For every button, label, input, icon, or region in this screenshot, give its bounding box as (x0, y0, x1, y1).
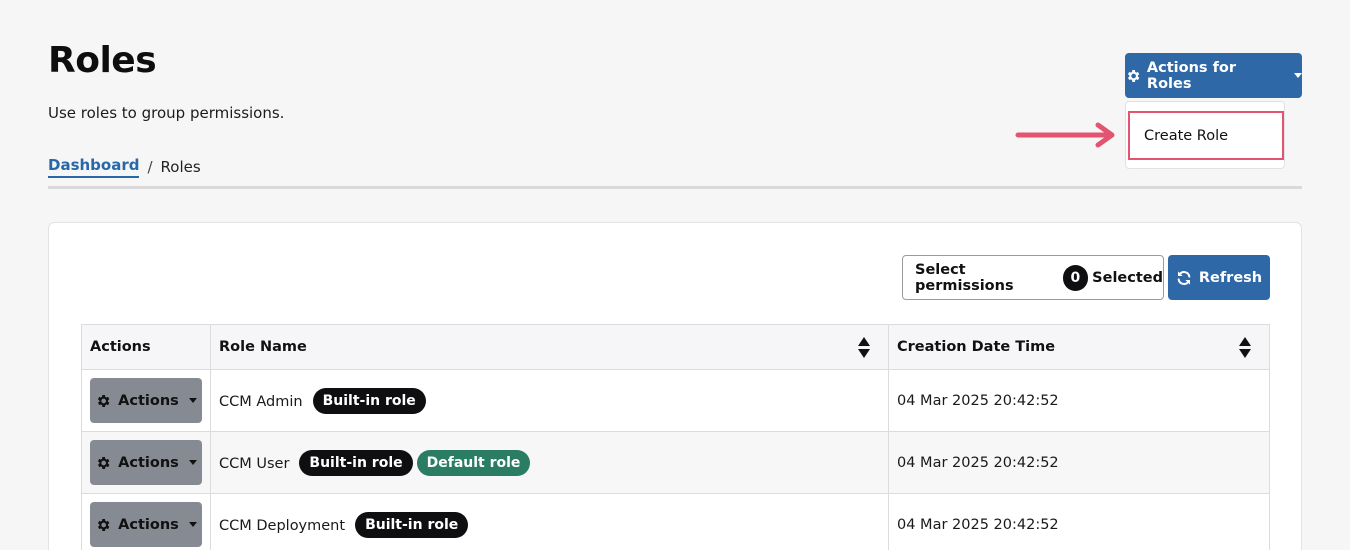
refresh-icon (1177, 270, 1191, 285)
actions-for-roles-button[interactable]: Actions for Roles (1125, 53, 1302, 98)
select-permissions-button[interactable]: Select permissions 0 Selected (902, 255, 1164, 300)
gear-icon (1127, 69, 1140, 82)
built-in-role-badge: Built-in role (355, 511, 469, 538)
column-header-creation-date[interactable]: Creation Date Time (888, 324, 1270, 370)
creation-date: 04 Mar 2025 20:42:52 (888, 493, 1270, 550)
role-name: CCM Admin (219, 394, 303, 410)
arrow-right-icon (1015, 122, 1115, 148)
creation-date: 04 Mar 2025 20:42:52 (888, 431, 1270, 494)
gear-icon (98, 456, 110, 469)
row-actions-button[interactable]: Actions (90, 440, 202, 485)
row-actions-button[interactable]: Actions (90, 502, 202, 547)
gear-icon (98, 394, 110, 407)
caret-down-icon (188, 460, 197, 465)
default-role-badge: Default role (416, 449, 531, 476)
selected-label: Selected (1092, 269, 1163, 286)
table-header-row: Actions Role Name Creation Date Time (81, 324, 1270, 370)
row-actions-label: Actions (118, 454, 179, 471)
gear-icon (98, 518, 110, 531)
table-row: Actions CCM Admin Built-in role 04 Mar 2… (81, 369, 1270, 432)
breadcrumb: Dashboard / Roles (48, 156, 201, 178)
row-actions-label: Actions (118, 392, 179, 409)
refresh-label: Refresh (1198, 269, 1263, 286)
caret-down-icon (188, 398, 197, 403)
roles-table: Actions Role Name Creation Date Time Act… (81, 324, 1270, 550)
column-header-role-name[interactable]: Role Name (210, 324, 889, 370)
refresh-button[interactable]: Refresh (1168, 255, 1270, 300)
breadcrumb-separator: / (147, 158, 153, 176)
built-in-role-badge: Built-in role (312, 387, 426, 414)
select-permissions-label: Select permissions (915, 261, 1014, 294)
page-subtitle: Use roles to group permissions. (48, 104, 285, 122)
table-row: Actions CCM User Built-in role Default r… (81, 431, 1270, 494)
column-header-role-name-label: Role Name (219, 339, 307, 355)
creation-date: 04 Mar 2025 20:42:52 (888, 369, 1270, 432)
roles-card: Select permissions 0 Selected Refresh Ac… (48, 222, 1302, 550)
sort-icon[interactable] (1239, 336, 1251, 358)
row-actions-label: Actions (118, 516, 179, 533)
sort-icon[interactable] (858, 336, 870, 358)
header-divider (48, 186, 1302, 189)
column-header-actions: Actions (81, 324, 211, 370)
breadcrumb-dashboard-link[interactable]: Dashboard (48, 156, 140, 178)
actions-dropdown-menu: Create Role (1125, 101, 1285, 169)
row-actions-button[interactable]: Actions (90, 378, 202, 423)
built-in-role-badge: Built-in role (299, 449, 413, 476)
table-row: Actions CCM Deployment Built-in role 04 … (81, 493, 1270, 550)
breadcrumb-current: Roles (160, 158, 201, 176)
caret-down-icon (1294, 73, 1302, 78)
caret-down-icon (188, 522, 197, 527)
role-name: CCM User (219, 456, 290, 472)
actions-for-roles-label: Actions for Roles (1146, 59, 1237, 92)
column-header-creation-date-label: Creation Date Time (897, 339, 1056, 355)
role-name: CCM Deployment (219, 518, 346, 534)
create-role-menu-item[interactable]: Create Role (1128, 111, 1284, 160)
page-title: Roles (48, 40, 157, 81)
selected-count-badge: 0 (1062, 264, 1089, 291)
